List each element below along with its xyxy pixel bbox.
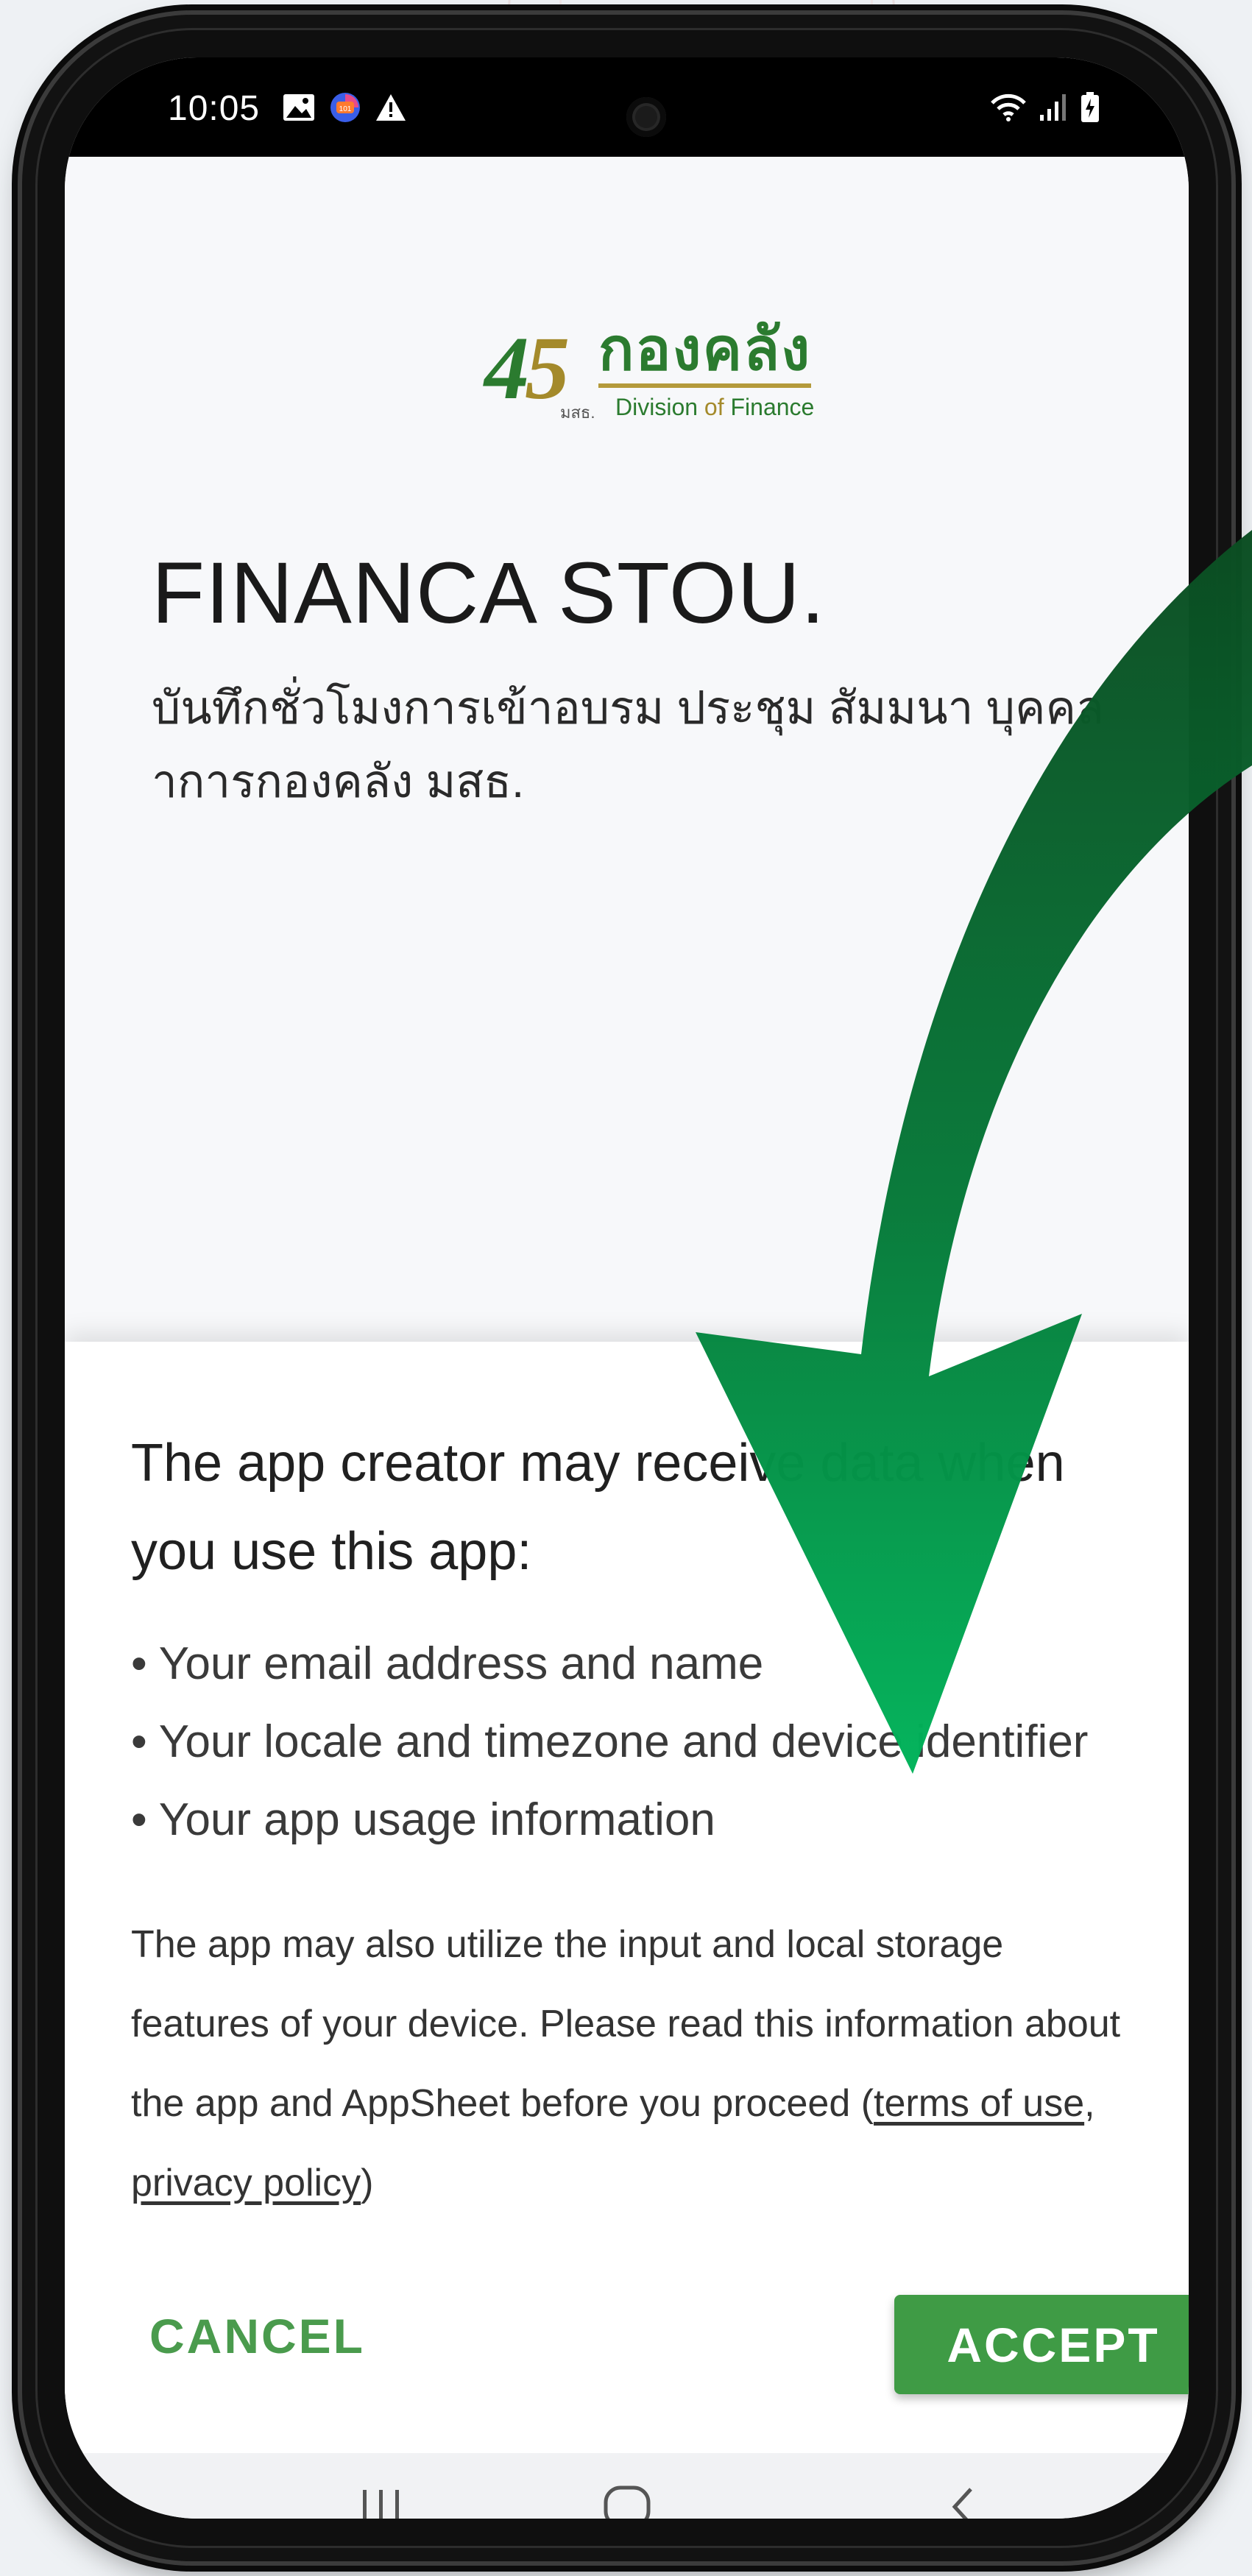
- privacy-policy-link[interactable]: privacy policy: [131, 2162, 361, 2204]
- logo-small-text: มสธ.: [560, 403, 595, 422]
- warning-icon: [375, 93, 407, 126]
- svg-text:101: 101: [339, 105, 352, 113]
- system-navigation-bar: [65, 2453, 1189, 2519]
- phone-screen: 10:05 101 45 กองคลัง มสธ. Division of Fi…: [65, 57, 1189, 2519]
- app-title: FINANCA STOU.: [152, 545, 826, 642]
- permission-item: • Your locale and timezone and device id…: [131, 1716, 1089, 1767]
- status-icons-right: [990, 91, 1100, 127]
- phone-frame: 10:05 101 45 กองคลัง มสธ. Division of Fi…: [22, 15, 1231, 2561]
- battery-icon: [1080, 91, 1100, 127]
- permission-item: • Your app usage information: [131, 1794, 715, 1845]
- cancel-button[interactable]: CANCEL: [149, 2308, 365, 2364]
- permission-item: • Your email address and name: [131, 1638, 764, 1689]
- logo-english-text: Division of Finance: [615, 394, 815, 420]
- status-icons-left: 101: [282, 91, 407, 127]
- consent-heading: The app creator may receive data when yo…: [131, 1434, 1065, 1581]
- logo-thai-text: กองคลัง: [598, 320, 812, 388]
- accept-button[interactable]: ACCEPT: [894, 2295, 1189, 2394]
- wifi-icon: [990, 93, 1027, 126]
- back-icon: [944, 2485, 981, 2519]
- consent-disclaimer: The app may also utilize the input and l…: [131, 1923, 1121, 2204]
- home-icon: [601, 2485, 653, 2519]
- app-notification-icon: 101: [329, 91, 361, 127]
- signal-icon: [1039, 93, 1068, 126]
- app-subtitle: บันทึกชั่วโมงการเข้าอบรม ประชุม สัมมนา บ…: [152, 683, 1104, 807]
- back-button[interactable]: [889, 2453, 1036, 2519]
- consent-sheet: The app creator may receive data when yo…: [65, 1342, 1189, 2453]
- status-bar: 10:05 101: [65, 57, 1189, 157]
- recent-apps-button[interactable]: [308, 2453, 455, 2519]
- permissions-list: • Your email address and name • Your loc…: [131, 1625, 1176, 1859]
- home-button[interactable]: [554, 2453, 701, 2519]
- logo-number: 45: [484, 319, 570, 418]
- app-splash-area: 45 กองคลัง มสธ. Division of Finance FINA…: [65, 157, 1189, 1342]
- recent-apps-icon: [356, 2487, 407, 2519]
- status-time: 10:05: [168, 89, 261, 128]
- gallery-icon: [282, 93, 316, 126]
- front-camera: [626, 97, 666, 137]
- terms-of-use-link[interactable]: terms of use: [874, 2082, 1084, 2125]
- division-of-finance-logo: 45 กองคลัง มสธ. Division of Finance: [484, 317, 852, 424]
